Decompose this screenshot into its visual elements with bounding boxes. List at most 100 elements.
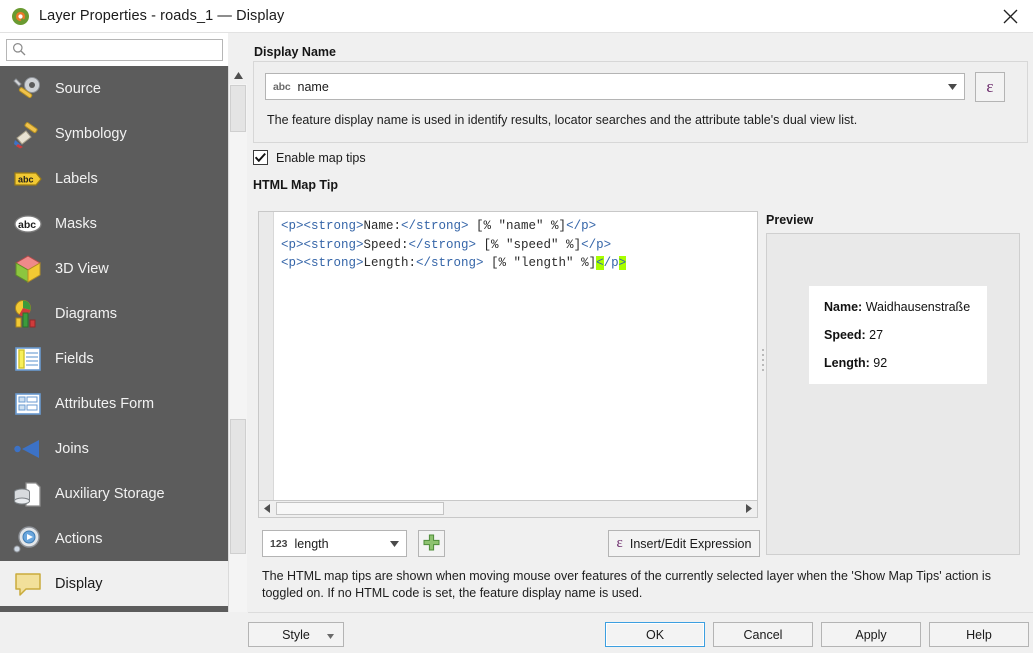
html-map-tip-editor[interactable]: <p><strong>Name:</strong> [% "name" %]</…	[258, 211, 758, 501]
code-token: </strong>	[401, 219, 469, 233]
sidebar-item-actions[interactable]: Actions	[0, 516, 228, 561]
sidebar-scroll-thumb-lower[interactable]	[230, 419, 246, 554]
search-box[interactable]	[6, 39, 223, 61]
auxiliary-storage-icon	[13, 479, 43, 509]
map-tip-preview: Name: Waidhausenstraße Speed: 27 Length: 9…	[809, 286, 987, 384]
sidebar-item-source[interactable]: Source	[0, 66, 228, 111]
search-input[interactable]	[31, 42, 211, 58]
code-line: <p><strong>Name:</strong> [% "name" %]</…	[281, 217, 755, 236]
epsilon-icon: ε	[616, 535, 623, 551]
bracket-highlight: <	[596, 256, 604, 270]
field-type-badge: abc	[273, 80, 291, 93]
sidebar-item-symbology[interactable]: Symbology	[0, 111, 228, 156]
scroll-up-icon[interactable]	[229, 66, 247, 84]
insert-edit-expression-button[interactable]: ε Insert/Edit Expression	[608, 530, 760, 557]
map-tip-row: Speed: 27	[824, 328, 973, 342]
sidebar-item-label: Auxiliary Storage	[55, 485, 165, 502]
apply-button-label: Apply	[855, 627, 887, 642]
sidebar-item-label: Masks	[55, 215, 97, 232]
display-name-combo[interactable]: abc name	[265, 73, 965, 100]
display-settings-pane: Display Name abc name ε The feature disp…	[248, 33, 1033, 653]
sidebar-item-label: Labels	[55, 170, 98, 187]
sidebar-item-diagrams[interactable]: Diagrams	[0, 291, 228, 336]
ok-button[interactable]: OK	[605, 622, 705, 647]
enable-map-tips-checkbox[interactable]	[253, 150, 268, 165]
code-token: <p><strong>	[281, 219, 364, 233]
close-icon[interactable]	[987, 0, 1033, 33]
sidebar-item-3d-view[interactable]: 3D View	[0, 246, 228, 291]
sidebar-item-label: Actions	[55, 530, 103, 547]
display-icon	[13, 569, 43, 599]
sidebar-scroll-thumb[interactable]	[230, 85, 246, 132]
code-line: <p><strong>Length:</strong> [% "length" …	[281, 254, 755, 273]
sidebar-item-auxiliary-storage[interactable]: Auxiliary Storage	[0, 471, 228, 516]
apply-button[interactable]: Apply	[821, 622, 921, 647]
attributes-form-icon	[13, 389, 43, 419]
field-selector-value: length	[294, 536, 329, 551]
map-tip-value: Waidhausenstraße	[862, 300, 971, 314]
chevron-down-icon[interactable]	[382, 531, 406, 556]
plus-icon	[423, 534, 440, 554]
code-token: </p>	[581, 237, 612, 252]
chevron-down-icon[interactable]	[327, 628, 334, 642]
code-token: Name:	[363, 219, 402, 233]
fields-icon	[13, 344, 43, 374]
cancel-button[interactable]: Cancel	[713, 622, 813, 647]
code-token: </strong>	[416, 256, 484, 270]
title-bar: Layer Properties - roads_1 — Display	[0, 0, 1033, 33]
help-button-label: Help	[966, 627, 992, 642]
editor-scroll-thumb[interactable]	[276, 502, 444, 515]
scroll-right-icon[interactable]	[741, 501, 757, 516]
code-token: [% "speed" %]	[476, 237, 582, 252]
sidebar-item-joins[interactable]: Joins	[0, 426, 228, 471]
3dview-icon	[13, 254, 43, 284]
code-line: <p><strong>Speed:</strong> [% "speed" %]…	[281, 236, 755, 255]
actions-icon	[13, 524, 43, 554]
sidebar-item-label: Source	[55, 80, 101, 97]
sidebar-item-label: Fields	[55, 350, 94, 367]
dialog-button-bar: Style OK Cancel Apply Help	[248, 612, 1033, 653]
sidebar-item-label: Joins	[55, 440, 89, 457]
help-button[interactable]: Help	[929, 622, 1029, 647]
field-selector-combo[interactable]: 123 length	[262, 530, 407, 557]
code-token: </strong>	[408, 237, 477, 252]
sidebar-item-label: 3D View	[55, 260, 109, 277]
chevron-down-icon[interactable]	[940, 74, 964, 99]
sidebar-scrollbar[interactable]	[228, 66, 247, 653]
code-token: Length:	[363, 256, 417, 270]
map-tip-row: Name: Waidhausenstraße	[824, 300, 973, 314]
svg-text:abc: abc	[18, 174, 34, 184]
code-token: /p	[603, 256, 619, 270]
code-token: <p><strong>	[281, 256, 364, 270]
sidebar-item-masks[interactable]: abc Masks	[0, 201, 228, 246]
sidebar-item-attributes-form[interactable]: Attributes Form	[0, 381, 228, 426]
settings-sidebar: Source Symbology abc Labels abc Masks 3D View D…	[0, 66, 228, 653]
search-icon	[12, 42, 26, 59]
sidebar-item-labels[interactable]: abc Labels	[0, 156, 228, 201]
style-button-label: Style	[282, 627, 310, 642]
editor-code-content[interactable]: <p><strong>Name:</strong> [% "name" %]</…	[281, 217, 755, 273]
sidebar-item-display[interactable]: Display	[0, 561, 228, 606]
search-container	[0, 33, 228, 66]
map-tip-key: Name:	[824, 300, 863, 314]
insert-field-button[interactable]	[418, 530, 445, 557]
joins-icon	[13, 434, 43, 464]
preview-panel: Name: Waidhausenstraße Speed: 27 Length: 9…	[766, 233, 1020, 555]
editor-horizontal-scrollbar[interactable]	[258, 501, 758, 518]
sidebar-item-label: Display	[55, 575, 103, 592]
window-title: Layer Properties - roads_1 — Display	[39, 8, 285, 24]
map-tips-hint: The HTML map tips are shown when moving …	[262, 569, 991, 600]
style-button[interactable]: Style	[248, 622, 344, 647]
html-map-tip-label: HTML Map Tip	[253, 178, 338, 192]
sidebar-item-fields[interactable]: Fields	[0, 336, 228, 381]
diagrams-icon	[13, 299, 43, 329]
display-name-expression-button[interactable]: ε	[975, 72, 1005, 102]
map-tip-row: Length: 92	[824, 356, 973, 370]
sidebar-item-label: Symbology	[55, 125, 127, 142]
field-type-badge-numeric: 123	[270, 537, 288, 550]
display-name-value: name	[297, 79, 329, 94]
scroll-left-icon[interactable]	[259, 501, 275, 516]
enable-map-tips-row[interactable]: Enable map tips	[253, 150, 366, 165]
panel-splitter[interactable]	[760, 343, 765, 377]
sidebar-bottom-strip	[0, 612, 248, 653]
